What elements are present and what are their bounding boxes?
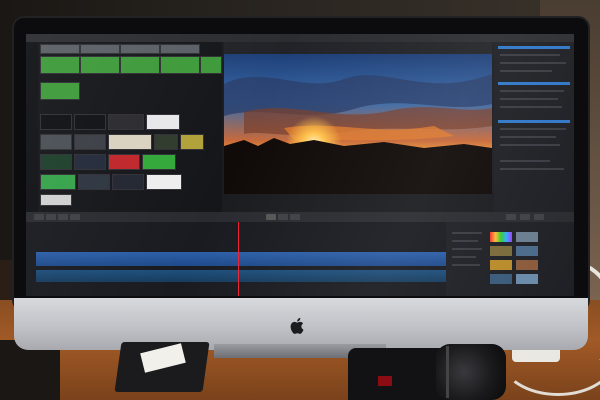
video-clip[interactable] [40,154,72,170]
inspector-row[interactable] [500,90,564,92]
timeline-toolbar [26,212,574,222]
video-clip[interactable] [40,194,72,206]
video-clip[interactable] [142,154,176,170]
inspector-row[interactable] [500,98,558,100]
video-clip[interactable] [146,114,180,130]
video-clip[interactable] [74,154,106,170]
monitor-screen [26,34,574,296]
video-clip[interactable] [74,134,106,150]
effects-category[interactable] [452,232,482,234]
playhead[interactable] [238,222,239,296]
video-clip[interactable] [108,154,140,170]
effect-thumbnail[interactable] [490,274,512,284]
audio-track[interactable] [36,270,446,282]
video-clip[interactable] [40,134,72,150]
effects-category[interactable] [452,248,482,250]
inspector-panel[interactable] [494,42,574,214]
video-clip[interactable] [78,174,110,190]
inspector-row[interactable] [500,70,552,72]
inspector-section-header [498,82,570,85]
event-browser[interactable] [26,42,222,214]
inspector-row[interactable] [500,160,550,162]
clip-thumbnail[interactable] [160,44,200,54]
tool-button[interactable] [58,214,68,220]
video-clip[interactable] [74,114,106,130]
tool-button[interactable] [278,214,288,220]
tool-button[interactable] [506,214,516,220]
tool-button[interactable] [34,214,44,220]
camera-badge [378,376,392,386]
play-icon[interactable] [266,214,276,220]
effect-thumbnail[interactable] [490,232,512,242]
lens-ring [446,346,449,398]
audio-clip[interactable] [160,56,200,74]
video-clip[interactable] [112,174,144,190]
tool-button[interactable] [70,214,80,220]
video-clip[interactable] [180,134,204,150]
effects-category[interactable] [452,264,480,266]
effect-thumbnail[interactable] [490,246,512,256]
tool-button[interactable] [290,214,300,220]
effect-thumbnail[interactable] [516,260,538,270]
inspector-row[interactable] [500,168,564,170]
effect-thumbnail[interactable] [490,260,512,270]
inspector-section-header [498,46,570,49]
video-clip[interactable] [146,174,182,190]
video-clip[interactable] [40,114,72,130]
effect-thumbnail[interactable] [516,232,538,242]
audio-clip[interactable] [80,56,120,74]
video-clip[interactable] [40,174,76,190]
app-titlebar [26,34,574,42]
sunset-frame [224,54,492,194]
tool-button[interactable] [520,214,530,220]
apple-logo-icon [290,317,304,334]
effect-thumbnail[interactable] [516,274,538,284]
timeline[interactable] [26,222,446,296]
inspector-row[interactable] [500,144,560,146]
clip-thumbnail[interactable] [80,44,120,54]
effects-browser[interactable] [446,222,574,296]
video-clip[interactable] [108,134,152,150]
inspector-row[interactable] [500,136,556,138]
clip-thumbnail[interactable] [40,44,80,54]
inspector-row[interactable] [500,106,562,108]
video-clip[interactable] [108,114,144,130]
video-clip[interactable] [154,134,178,150]
inspector-row[interactable] [500,62,566,64]
viewer-header [224,42,492,54]
clip-thumbnail[interactable] [120,44,160,54]
primary-storyline[interactable] [36,252,446,266]
inspector-row[interactable] [500,54,560,56]
audio-clip[interactable] [120,56,160,74]
audio-clip[interactable] [40,82,80,100]
photo-scene [0,0,600,400]
inspector-section-header [498,120,570,123]
audio-clip[interactable] [200,56,222,74]
video-viewer[interactable] [224,54,492,194]
inspector-row[interactable] [500,128,566,130]
library-sidebar[interactable] [26,42,38,214]
effects-category[interactable] [452,256,476,258]
audio-clip[interactable] [40,56,80,74]
effects-category[interactable] [452,240,478,242]
tool-button[interactable] [534,214,544,220]
effect-thumbnail[interactable] [516,246,538,256]
tool-button[interactable] [46,214,56,220]
